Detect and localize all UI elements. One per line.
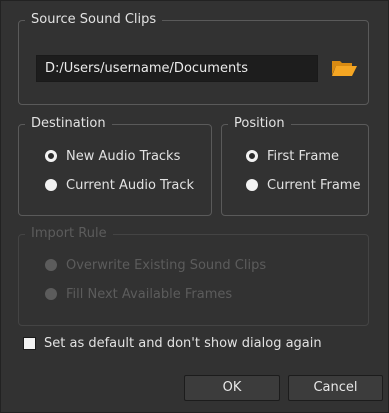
radio-indicator <box>246 179 258 191</box>
radio-label: Fill Next Available Frames <box>66 286 233 302</box>
destination-legend: Destination <box>25 116 112 132</box>
radio-indicator <box>246 150 258 162</box>
radio-first-frame[interactable]: First Frame <box>246 147 339 165</box>
radio-current-frame[interactable]: Current Frame <box>246 176 360 194</box>
import-rule-group: Import Rule <box>18 226 369 326</box>
set-default-checkbox-row[interactable]: Set as default and don't show dialog aga… <box>23 336 322 351</box>
source-path-field[interactable]: D:/Users/username/Documents <box>36 55 318 82</box>
radio-new-audio-tracks[interactable]: New Audio Tracks <box>45 147 180 165</box>
browse-folder-button[interactable] <box>330 57 358 79</box>
radio-indicator <box>45 288 57 300</box>
ok-button[interactable]: OK <box>184 375 280 401</box>
radio-fill-next-available-frames: Fill Next Available Frames <box>45 285 232 303</box>
set-default-checkbox-label: Set as default and don't show dialog aga… <box>44 336 322 351</box>
radio-label: Current Audio Track <box>66 177 195 193</box>
folder-open-icon <box>332 61 357 76</box>
radio-indicator <box>45 179 57 191</box>
radio-label: Current Frame <box>267 177 361 193</box>
radio-indicator <box>45 150 57 162</box>
cancel-button[interactable]: Cancel <box>288 375 383 401</box>
source-sound-clips-legend: Source Sound Clips <box>25 12 163 28</box>
radio-overwrite-existing-sound-clips: Overwrite Existing Sound Clips <box>45 256 266 274</box>
import-rule-legend: Import Rule <box>25 226 113 242</box>
position-group: Position <box>221 116 369 216</box>
radio-current-audio-track[interactable]: Current Audio Track <box>45 176 194 194</box>
radio-label: New Audio Tracks <box>66 148 181 164</box>
set-default-checkbox[interactable] <box>23 337 36 350</box>
position-legend: Position <box>228 116 291 132</box>
radio-label: Overwrite Existing Sound Clips <box>66 257 267 273</box>
radio-indicator <box>45 259 57 271</box>
destination-group: Destination <box>18 116 212 216</box>
radio-label: First Frame <box>267 148 339 164</box>
import-sound-dialog: Source Sound Clips D:/Users/username/Doc… <box>0 0 389 413</box>
